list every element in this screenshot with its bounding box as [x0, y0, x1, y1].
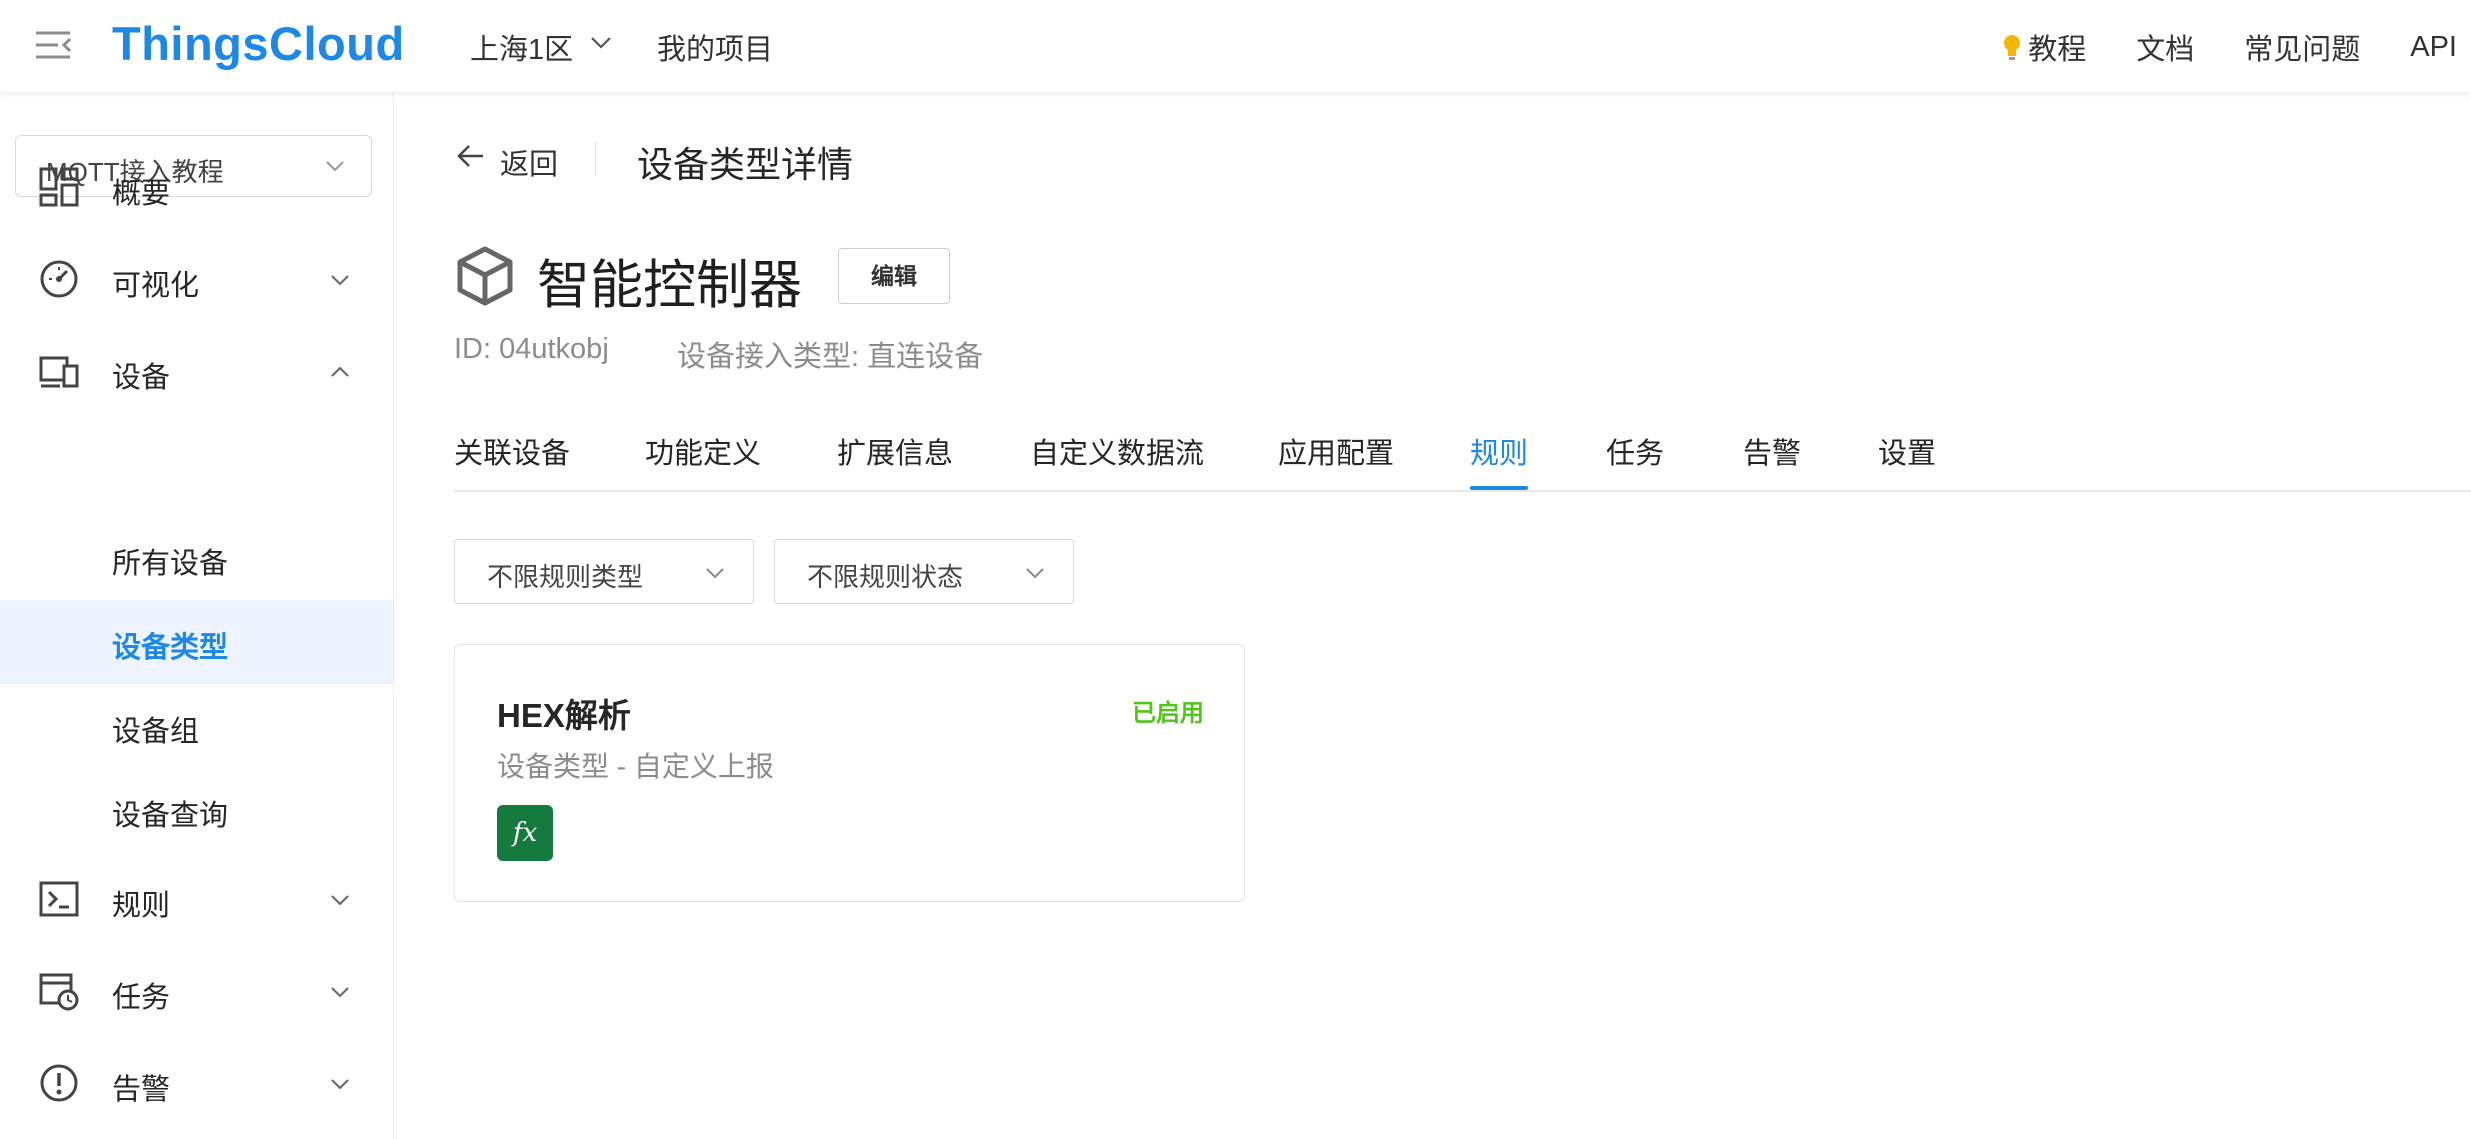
task-schedule-icon [39, 973, 79, 1011]
sidebar-item-label: 概要 [112, 178, 171, 210]
divider [595, 142, 596, 176]
status-badge: 已启用 [1132, 700, 1204, 727]
device-type-name: 智能控制器 [537, 256, 802, 315]
tutorial-link[interactable]: 教程 [2002, 26, 2086, 68]
rule-description: 设备类型 - 自定义上报 [497, 751, 774, 782]
chevron-down-icon [331, 275, 349, 286]
sidebar-subitem-all-devices[interactable]: 所有设备 [0, 516, 393, 600]
dashboard-icon [39, 167, 79, 207]
sidebar-item-visualization[interactable]: 可视化 [0, 238, 393, 322]
back-link[interactable]: 返回 [500, 141, 558, 183]
top-header: ThingsCloud 上海1区 我的项目 教程 文档 常见问题 API [0, 0, 2471, 92]
rule-status-filter[interactable]: 不限规则状态 [774, 539, 1074, 604]
sidebar-item-overview[interactable]: 概要 [0, 146, 393, 230]
sidebar-item-label: 可视化 [112, 270, 200, 302]
sidebar-item-label: 规则 [112, 890, 171, 922]
sidebar-item-label: 告警 [112, 1074, 171, 1106]
device-access-type: 设备接入类型: 直连设备 [677, 341, 984, 373]
sidebar: MQTT接入教程 概要 可视化 设备 所有设备 设备类型 设备组 设备查询 规则… [0, 92, 394, 1139]
sidebar-subitem-device-query[interactable]: 设备查询 [0, 768, 393, 852]
header-links: 教程 文档 常见问题 API [2002, 26, 2457, 68]
detail-tabs: 关联设备 功能定义 扩展信息 自定义数据流 应用配置 规则 任务 告警 设置 [454, 430, 2471, 492]
sidebar-item-label: 设备 [112, 362, 171, 394]
terminal-icon [39, 881, 79, 917]
rule-name: HEX解析 [497, 697, 631, 734]
chevron-up-icon [331, 366, 349, 377]
chevron-down-icon [1026, 568, 1044, 579]
tab-extended-info[interactable]: 扩展信息 [837, 430, 953, 488]
sidebar-item-label: 任务 [112, 982, 171, 1014]
tab-tasks[interactable]: 任务 [1606, 430, 1664, 488]
docs-link[interactable]: 文档 [2136, 26, 2194, 68]
device-type-id: ID: 04utkobj [454, 333, 609, 365]
rule-status-filter-value: 不限规则状态 [807, 562, 964, 592]
brand-logo[interactable]: ThingsCloud [112, 16, 405, 71]
cube-icon [457, 246, 513, 306]
back-arrow-icon[interactable] [455, 142, 485, 170]
sidebar-item-devices[interactable]: 设备 [0, 330, 393, 414]
sidebar-subitem-device-groups[interactable]: 设备组 [0, 684, 393, 768]
api-link[interactable]: API [2410, 26, 2457, 68]
region-selector[interactable]: 上海1区 [470, 26, 573, 68]
my-projects-link[interactable]: 我的项目 [657, 26, 773, 68]
tab-custom-datastream[interactable]: 自定义数据流 [1030, 430, 1204, 488]
sidebar-subitem-label: 设备组 [112, 716, 200, 748]
sidebar-subitem-label: 所有设备 [112, 548, 229, 580]
tab-settings[interactable]: 设置 [1878, 430, 1936, 488]
edit-button[interactable]: 编辑 [838, 248, 950, 304]
gauge-icon [40, 260, 78, 298]
rule-type-filter[interactable]: 不限规则类型 [454, 539, 754, 604]
rule-card[interactable]: HEX解析 已启用 设备类型 - 自定义上报 fx [454, 644, 1245, 902]
chevron-down-icon [331, 1079, 349, 1090]
chevron-down-icon[interactable] [590, 36, 612, 50]
page-title: 设备类型详情 [637, 144, 854, 185]
menu-collapse-icon[interactable] [34, 30, 74, 60]
faq-link[interactable]: 常见问题 [2244, 26, 2360, 68]
chevron-down-icon [331, 895, 349, 906]
sidebar-subitem-label: 设备类型 [112, 632, 229, 664]
alert-icon [40, 1064, 78, 1102]
rule-type-filter-value: 不限规则类型 [487, 562, 644, 592]
tab-linked-devices[interactable]: 关联设备 [454, 430, 570, 488]
function-icon: fx [497, 805, 553, 861]
sidebar-item-alerts[interactable]: 告警 [0, 1042, 393, 1126]
tab-alerts[interactable]: 告警 [1743, 430, 1801, 488]
devices-icon [39, 356, 79, 388]
sidebar-subitem-label: 设备查询 [112, 800, 229, 832]
tab-rules[interactable]: 规则 [1470, 430, 1529, 490]
tutorial-label: 教程 [2028, 34, 2087, 66]
tab-app-config[interactable]: 应用配置 [1278, 430, 1394, 488]
sidebar-item-tasks[interactable]: 任务 [0, 950, 393, 1034]
sidebar-item-rules[interactable]: 规则 [0, 858, 393, 942]
sidebar-subitem-device-types[interactable]: 设备类型 [0, 600, 393, 684]
chevron-down-icon [331, 987, 349, 998]
chevron-down-icon [706, 568, 724, 579]
tab-function-definition[interactable]: 功能定义 [645, 430, 761, 488]
lightbulb-icon [2004, 35, 2021, 60]
